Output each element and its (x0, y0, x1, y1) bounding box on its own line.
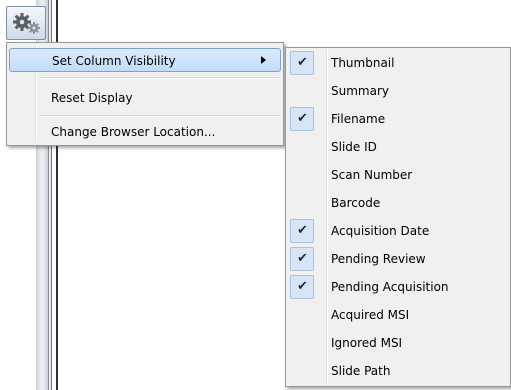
column-item-summary[interactable]: Summary (288, 78, 508, 104)
menu-item-set-column-visibility[interactable]: Set Column Visibility (9, 48, 281, 72)
column-item-label: Thumbnail (331, 56, 395, 70)
column-item-label: Slide Path (331, 364, 391, 378)
context-menu: Set Column Visibility Reset Display Chan… (6, 42, 284, 146)
column-item-label: Acquisition Date (331, 224, 430, 238)
column-item-label: Pending Acquisition (331, 280, 449, 294)
column-item-barcode[interactable]: Barcode (288, 190, 508, 216)
column-item-slide-path[interactable]: Slide Path (288, 358, 508, 384)
column-item-label: Barcode (331, 196, 381, 210)
menu-item-label: Set Column Visibility (52, 54, 176, 68)
submenu-arrow-icon (261, 56, 266, 64)
checkmark-icon: ✔ (290, 51, 314, 75)
column-item-ignored-msi[interactable]: Ignored MSI (288, 330, 508, 356)
menu-item-reset-display[interactable]: Reset Display (9, 86, 281, 110)
menu-item-label: Change Browser Location... (51, 125, 216, 139)
column-item-label: Filename (331, 112, 386, 126)
checkmark-icon: ✔ (290, 107, 314, 131)
column-item-slide-id[interactable]: Slide ID (288, 134, 508, 160)
column-item-scan-number[interactable]: Scan Number (288, 162, 508, 188)
column-visibility-submenu: ✔ Thumbnail Summary ✔ Filename Slide ID … (285, 47, 511, 387)
column-item-label: Pending Review (331, 252, 426, 266)
menu-item-change-browser-location[interactable]: Change Browser Location... (9, 120, 281, 144)
checkmark-icon: ✔ (290, 219, 314, 243)
column-item-label: Slide ID (331, 140, 377, 154)
checkmark-icon: ✔ (290, 275, 314, 299)
column-item-pending-review[interactable]: ✔ Pending Review (288, 246, 508, 272)
menu-separator (39, 115, 279, 117)
menu-separator (39, 77, 279, 79)
gears-icon (13, 13, 40, 34)
menu-item-label: Reset Display (51, 91, 133, 105)
column-item-label: Acquired MSI (331, 308, 410, 322)
checkmark-icon: ✔ (290, 247, 314, 271)
column-item-acquired-msi[interactable]: Acquired MSI (288, 302, 508, 328)
column-item-label: Scan Number (331, 168, 413, 182)
column-item-label: Ignored MSI (331, 336, 403, 350)
column-item-thumbnail[interactable]: ✔ Thumbnail (288, 50, 508, 76)
column-item-acquisition-date[interactable]: ✔ Acquisition Date (288, 218, 508, 244)
column-item-filename[interactable]: ✔ Filename (288, 106, 508, 132)
settings-button[interactable] (6, 6, 46, 40)
column-item-label: Summary (331, 84, 389, 98)
column-item-pending-acquisition[interactable]: ✔ Pending Acquisition (288, 274, 508, 300)
